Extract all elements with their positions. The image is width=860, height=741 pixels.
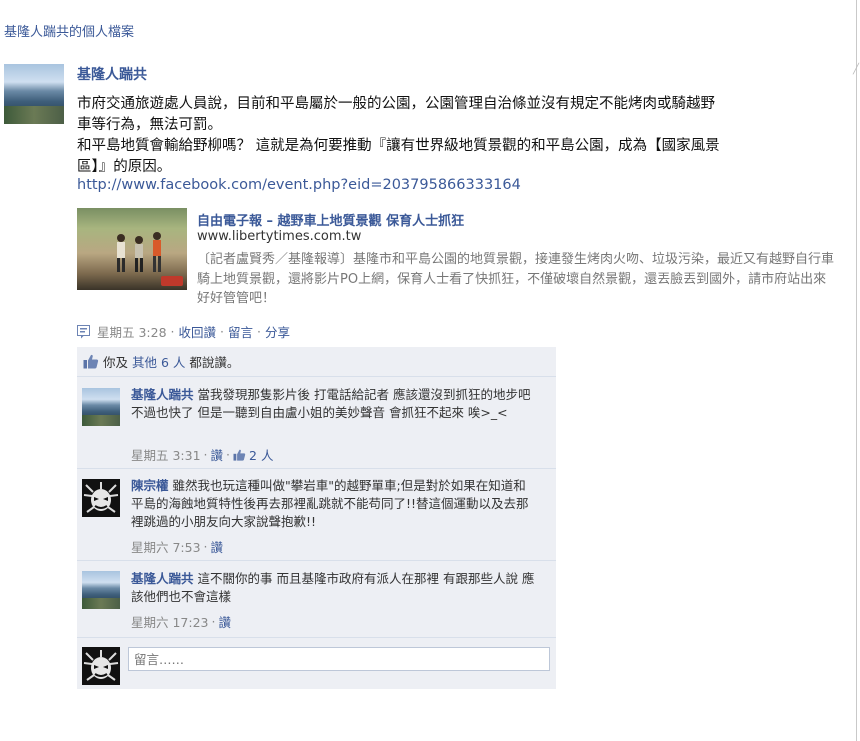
comment-timestamp[interactable]: 星期六 17:23	[131, 612, 209, 631]
post-author-avatar[interactable]	[4, 64, 64, 124]
meta-separator: ·	[203, 539, 208, 554]
comment-meta: 星期六 17:23 · 讚	[131, 612, 231, 631]
mask-face-icon	[83, 650, 119, 681]
comment-like-count[interactable]: 2 人	[249, 445, 273, 464]
video-logo-badge	[161, 276, 183, 286]
meta-separator: ·	[257, 324, 262, 339]
share-link[interactable]: 分享	[265, 322, 290, 341]
comment-input[interactable]	[128, 647, 550, 671]
comment-like-link[interactable]: 讚	[218, 612, 231, 631]
feedback-box: 你及 其他 6 人都說讚。 基隆人踹共 當我發現那隻影片後 打電話給記者 應該還沒…	[77, 347, 556, 689]
resize-handle[interactable]: ╱	[853, 64, 859, 75]
mask-face-icon	[83, 482, 119, 513]
comment-item: 基隆人踹共 當我發現那隻影片後 打電話給記者 應該還沒到抓狂的地步吧 不過也快了…	[77, 378, 556, 469]
comment-author-link[interactable]: 基隆人踹共	[131, 571, 194, 586]
comment-timestamp[interactable]: 星期五 3:31	[131, 445, 201, 464]
meta-separator: ·	[220, 324, 225, 339]
commenter-avatar[interactable]	[82, 388, 120, 426]
post-timestamp[interactable]: 星期五 3:28	[97, 322, 167, 341]
meta-separator: ·	[203, 447, 208, 462]
meta-separator: ·	[211, 614, 216, 629]
viewer-avatar	[82, 647, 120, 685]
attachment-thumbnail[interactable]	[77, 208, 187, 290]
post-author-name[interactable]: 基隆人踹共	[77, 64, 147, 84]
likes-summary: 你及 其他 6 人都說讚。	[77, 347, 556, 377]
comment-timestamp[interactable]: 星期六 7:53	[131, 537, 201, 556]
profile-title-link[interactable]: 基隆人踹共的個人檔案	[4, 21, 134, 40]
comment-like-link[interactable]: 讚	[211, 445, 224, 464]
post-message: 市府交通旅遊處人員說，目前和平島屬於一般的公園，公園管理自治條並沒有規定不能烤肉…	[77, 94, 829, 178]
attachment-description: 〔記者盧賢秀／基隆報導〕基隆市和平島公園的地質景觀，接連發生烤肉火吻、垃圾污染，…	[197, 252, 835, 306]
commenter-avatar[interactable]	[82, 571, 120, 609]
post-text-line: 區】』的原因。	[77, 159, 172, 175]
comment-body: 基隆人踹共 當我發現那隻影片後 打電話給記者 應該還沒到抓狂的地步吧 不過也快了…	[131, 386, 536, 422]
likes-prefix: 你及	[103, 355, 129, 370]
status-update-icon	[77, 324, 90, 338]
comment-meta: 星期六 7:53 · 讚	[131, 537, 223, 556]
post-event-link[interactable]: http://www.facebook.com/event.php?eid=20…	[77, 177, 521, 193]
comment-text: 雖然我也玩這種叫做"攀岩車"的越野單車;但是對於如果在知道和平島的海蝕地質特性後…	[131, 478, 529, 529]
unlike-link[interactable]: 收回讚	[179, 322, 217, 341]
window-right-edge	[856, 0, 857, 741]
comment-author-link[interactable]: 陳宗權	[131, 478, 169, 493]
meta-separator: ·	[170, 324, 175, 339]
likes-others-link[interactable]: 其他 6 人	[132, 352, 185, 371]
comment-author-link[interactable]: 基隆人踹共	[131, 387, 194, 402]
comment-item: 陳宗權 雖然我也玩這種叫做"攀岩車"的越野單車;但是對於如果在知道和平島的海蝕地…	[77, 469, 556, 561]
post-text-line: 市府交通旅遊處人員說，目前和平島屬於一般的公園，公園管理自治條並沒有規定不能烤肉…	[77, 96, 715, 112]
attachment-title-link[interactable]: 自由電子報 – 越野車上地質景觀 保育人士抓狂	[197, 210, 464, 229]
comment-body: 陳宗權 雖然我也玩這種叫做"攀岩車"的越野單車;但是對於如果在知道和平島的海蝕地…	[131, 477, 536, 531]
comment-item: 基隆人踹共 這不關你的事 而且基隆市政府有派人在那裡 有跟那些人說 應該他們也不…	[77, 561, 556, 638]
post-meta: 星期五 3:28 · 收回讚 · 留言 · 分享	[77, 322, 290, 341]
attachment-domain: www.libertytimes.com.tw	[197, 229, 362, 244]
people-figures-image	[117, 232, 161, 272]
comment-meta: 星期五 3:31 · 讚 · 2 人	[131, 445, 273, 464]
comment-body: 基隆人踹共 這不關你的事 而且基隆市政府有派人在那裡 有跟那些人說 應該他們也不…	[131, 570, 536, 606]
comment-like-link[interactable]: 讚	[211, 537, 224, 556]
thumbs-up-icon	[83, 354, 99, 369]
thumbs-up-icon	[233, 449, 246, 461]
likes-suffix: 都說讚。	[189, 355, 240, 370]
post-text-line: 和平島地質會輸給野柳嗎？ 這就是為何要推動『讓有世界級地質景觀的和平島公園，成為…	[77, 138, 720, 154]
commenter-avatar[interactable]	[82, 479, 120, 517]
meta-separator: ·	[226, 447, 231, 462]
post-text-line: 車等行為，無法可罰。	[77, 117, 222, 133]
comment-link[interactable]: 留言	[228, 322, 253, 341]
